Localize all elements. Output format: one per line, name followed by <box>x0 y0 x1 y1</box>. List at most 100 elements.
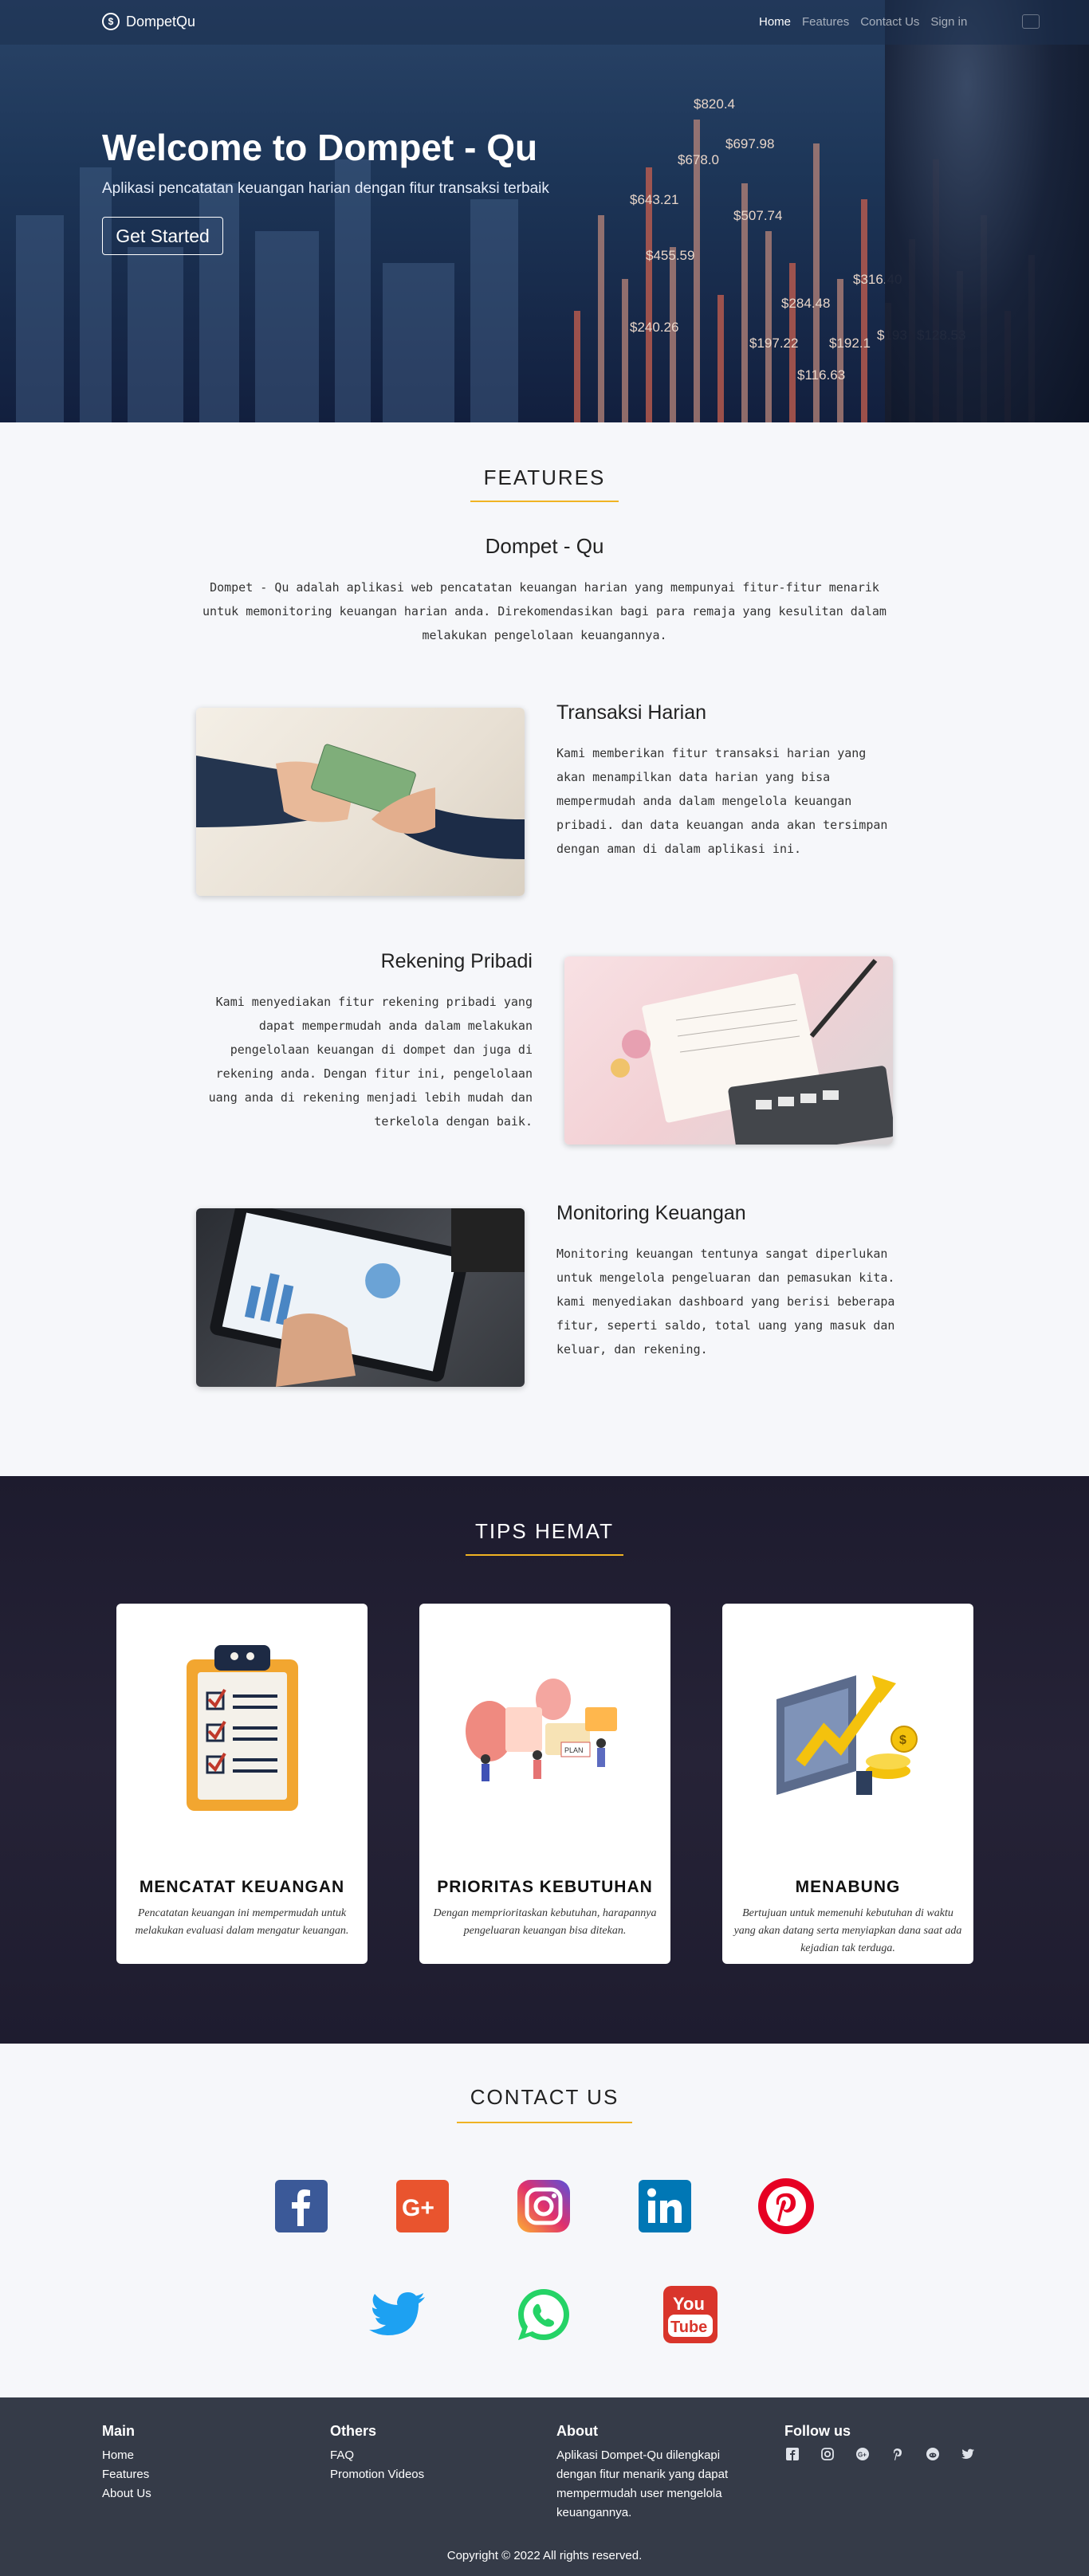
feature-rekening-title: Rekening Pribadi <box>380 950 533 972</box>
footer-link-promotion[interactable]: Promotion Videos <box>330 2465 424 2484</box>
contact-title: CONTACT US <box>470 2085 619 2109</box>
hero-chart-label: $697.98 <box>725 136 774 151</box>
brand[interactable]: $ DompetQu <box>102 13 195 30</box>
footer-facebook-icon[interactable] <box>784 2446 800 2462</box>
features-title: FEATURES <box>483 465 606 489</box>
hero-chart-label: $240.26 <box>630 320 678 335</box>
feature-transaksi-title: Transaksi Harian <box>556 701 707 724</box>
features-underline <box>470 501 619 502</box>
youtube-label-bottom: Tube <box>670 2319 707 2336</box>
facebook-icon[interactable] <box>273 2177 330 2235</box>
nav-features[interactable]: Features <box>802 15 849 29</box>
hero-chart-bar <box>574 311 580 422</box>
linkedin-icon[interactable] <box>636 2177 694 2235</box>
hero-chart-bar <box>861 199 867 422</box>
plan-label: PLAN <box>564 1746 584 1754</box>
tip-card-prioritas-title: PRIORITAS KEBUTUHAN <box>437 1878 653 1896</box>
tips-title: TIPS HEMAT <box>474 1519 615 1543</box>
tips-section: TIPS HEMAT MENCATAT KEUANGAN Pencatatan … <box>0 1476 1089 2044</box>
feature-monitoring-text: Monitoring keuangan tentunya sangat dipe… <box>556 1247 895 1357</box>
footer-about-title: About <box>556 2423 598 2439</box>
hero-chart-label: $820.4 <box>694 96 735 112</box>
svg-text:G+: G+ <box>858 2452 867 2459</box>
hero-chart-bar <box>622 279 628 422</box>
footer-google-plus-icon[interactable]: G+ <box>855 2446 871 2462</box>
hero-chart-bar <box>765 231 772 422</box>
hero-person-image <box>885 0 1089 422</box>
pinterest-icon[interactable] <box>757 2177 815 2235</box>
nav-links: Home Features Contact Us Sign in <box>759 15 967 29</box>
copyright-text: Copyright © 2022 All rights reserved. <box>446 2549 643 2562</box>
hero-section: $820.4 $678.0 $697.98 $643.21 $507.74 $455.59… <box>0 0 1089 422</box>
svg-text:G+: G+ <box>402 2195 434 2221</box>
nav-home[interactable]: Home <box>759 15 791 29</box>
footer-others-title: Others <box>330 2423 377 2439</box>
hero-chart-label: $678.0 <box>678 152 719 167</box>
hero-chart-label: $507.74 <box>733 208 782 223</box>
footer-twitter-icon[interactable] <box>960 2446 976 2462</box>
nav-signin[interactable]: Sign in <box>930 15 967 29</box>
hero-chart-bar <box>598 215 604 422</box>
calculator-writing-image <box>564 956 893 1145</box>
hero-subtitle: Aplikasi pencatatan keuangan harian deng… <box>102 180 549 197</box>
feature-transaksi-text: Kami memberikan fitur transaksi harian y… <box>556 746 888 856</box>
get-started-button[interactable]: Get Started <box>102 217 223 255</box>
footer-about-text: Aplikasi Dompet-Qu dilengkapi dengan fit… <box>556 2448 729 2519</box>
twitter-icon[interactable] <box>368 2286 426 2343</box>
menu-toggle-icon[interactable] <box>1022 14 1040 29</box>
hero-chart-label: $192.1 <box>829 336 871 351</box>
footer-main-title: Main <box>102 2423 136 2439</box>
footer-link-home[interactable]: Home <box>102 2446 151 2465</box>
footer-link-features[interactable]: Features <box>102 2465 151 2484</box>
hero-chart-label: $116.63 <box>797 367 845 383</box>
footer-follow-column: Follow us G+ <box>784 2423 976 2462</box>
tips-underline <box>466 1554 623 1556</box>
feature-rekening-text: Kami menyediakan fitur rekening pribadi … <box>208 995 533 1129</box>
tip-card-mencatat-text: Pencatatan keuangan ini mempermudah untu… <box>135 1907 349 1937</box>
footer-others-column: Others FAQ Promotion Videos <box>330 2423 424 2484</box>
hero-chart-bar <box>717 295 724 422</box>
whatsapp-icon[interactable] <box>515 2286 572 2343</box>
hero-chart-bar <box>670 247 676 422</box>
features-description: Dompet - Qu adalah aplikasi web pencatat… <box>202 580 887 642</box>
footer-follow-title: Follow us <box>784 2423 851 2439</box>
instagram-icon[interactable] <box>515 2177 572 2235</box>
tip-card-mencatat-title: MENCATAT KEUANGAN <box>139 1878 345 1896</box>
clipboard-checklist-icon <box>116 1636 368 1827</box>
hero-chart-label: $643.21 <box>630 192 678 207</box>
nav-contact[interactable]: Contact Us <box>860 15 919 29</box>
navbar: $ DompetQu Home Features Contact Us Sign… <box>0 0 1089 45</box>
footer-main-column: Main Home Features About Us <box>102 2423 151 2503</box>
features-heading: Dompet - Qu <box>485 534 604 558</box>
footer-reddit-icon[interactable] <box>925 2446 941 2462</box>
footer-about-column: About Aplikasi Dompet-Qu dilengkapi deng… <box>556 2423 748 2523</box>
priority-planning-illustration: PLAN <box>419 1636 670 1827</box>
contact-underline <box>457 2122 632 2123</box>
tip-card-menabung-text: Bertujuan untuk memenuhi kebutuhan di wa… <box>733 1907 962 1954</box>
hero-chart-label: $455.59 <box>646 248 694 263</box>
tip-card-menabung-title: MENABUNG <box>795 1878 901 1896</box>
youtube-label-top: You <box>673 2294 705 2314</box>
footer-instagram-icon[interactable] <box>820 2446 835 2462</box>
google-plus-icon[interactable]: G+ <box>394 2177 451 2235</box>
tip-card-menabung: $ MENABUNG Bertujuan untuk memenuhi kebu… <box>722 1604 973 1964</box>
hero-chart-label: $284.48 <box>781 296 830 311</box>
youtube-icon[interactable]: You Tube <box>662 2286 719 2343</box>
footer-link-faq[interactable]: FAQ <box>330 2446 424 2465</box>
hero-chart-label: $197.22 <box>749 336 798 351</box>
svg-text:$: $ <box>899 1734 906 1747</box>
wallet-logo-icon: $ <box>102 13 120 30</box>
footer-pinterest-icon[interactable] <box>890 2446 906 2462</box>
tip-card-mencatat: MENCATAT KEUANGAN Pencatatan keuangan in… <box>116 1604 368 1964</box>
feature-monitoring-title: Monitoring Keuangan <box>556 1202 746 1224</box>
tip-card-prioritas-text: Dengan memprioritaskan kebutuhan, harapa… <box>433 1907 657 1937</box>
footer: Main Home Features About Us Others FAQ P… <box>0 2397 1089 2576</box>
savings-growth-illustration: $ <box>722 1636 973 1827</box>
handshake-money-image <box>196 708 525 896</box>
brand-name: DompetQu <box>126 13 196 29</box>
tablet-dashboard-image <box>196 1208 525 1387</box>
hero-chart-bar <box>837 279 843 422</box>
hero-title: Welcome to Dompet - Qu <box>102 127 538 168</box>
tip-card-prioritas: PLAN PRIORITAS KEBUTUHAN Dengan memprior… <box>419 1604 670 1964</box>
footer-link-about[interactable]: About Us <box>102 2484 151 2503</box>
